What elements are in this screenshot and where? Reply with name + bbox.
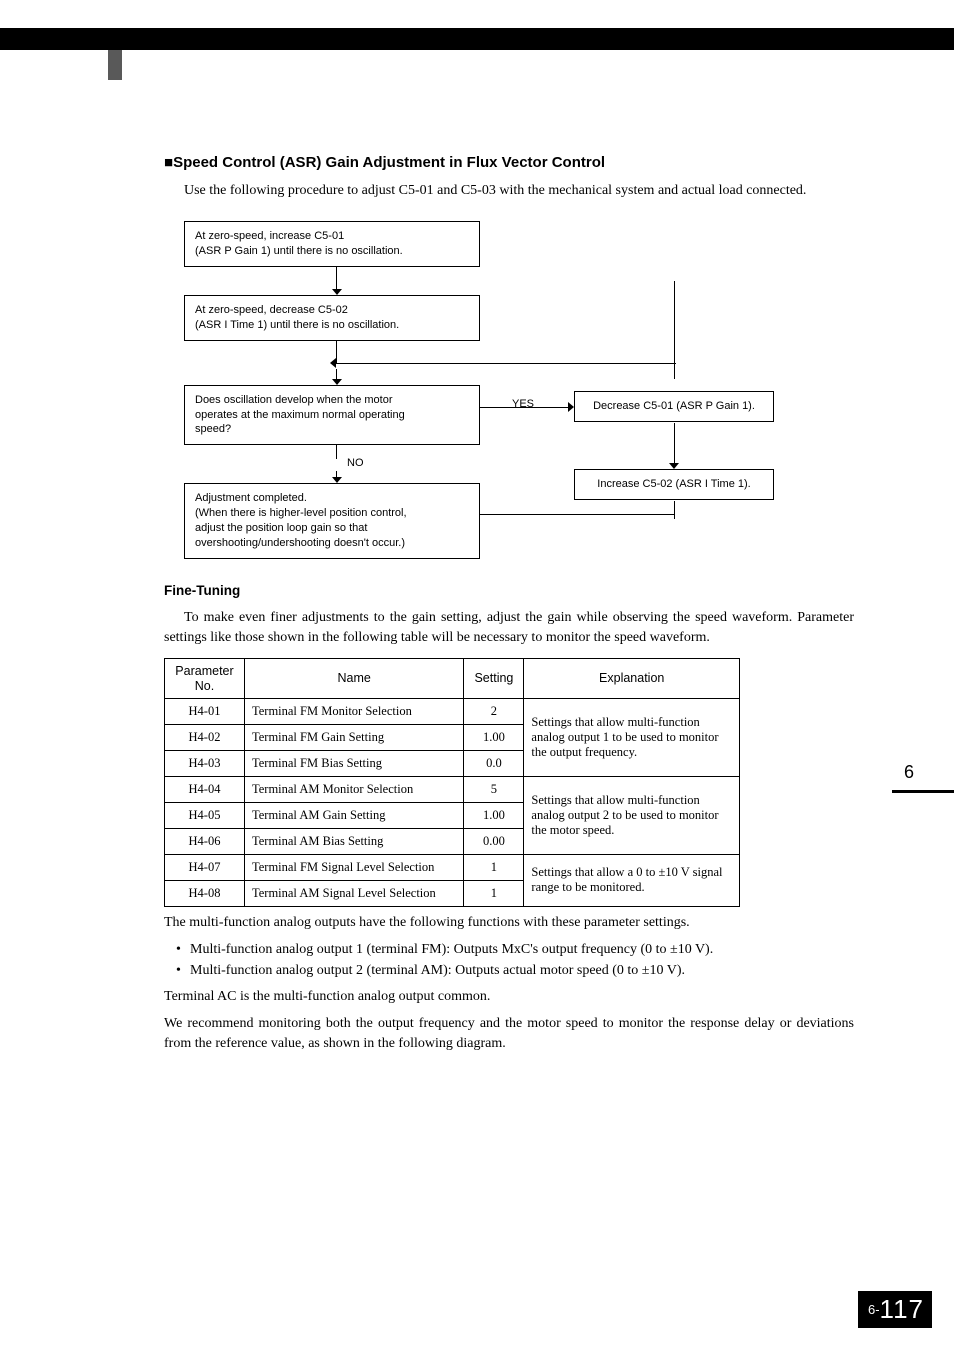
cell-pno: H4-07: [165, 854, 245, 880]
chapter-number: 6: [904, 762, 914, 783]
flow-box-question: Does oscillation develop when the motor …: [184, 385, 480, 446]
flow-text: Does oscillation develop when the motor: [195, 393, 469, 408]
cell-name: Terminal FM Monitor Selection: [244, 698, 463, 724]
flow-box-increase-c501: At zero-speed, increase C5-01 (ASR P Gai…: [184, 221, 480, 267]
flow-text: Decrease C5-01 (ASR P Gain 1).: [593, 400, 755, 412]
flow-text: At zero-speed, decrease C5-02: [195, 303, 469, 318]
cell-pno: H4-08: [165, 880, 245, 906]
th-param-no: ParameterNo.: [165, 659, 245, 699]
th-name: Name: [244, 659, 463, 699]
flow-box-decrease-c502: At zero-speed, decrease C5-02 (ASR I Tim…: [184, 295, 480, 341]
chapter-underline: [892, 790, 954, 793]
intro-paragraph: Use the following procedure to adjust C5…: [164, 181, 854, 201]
cell-setting: 1: [464, 854, 524, 880]
bullet-item: Multi-function analog output 1 (terminal…: [176, 939, 854, 960]
cell-name: Terminal FM Signal Level Selection: [244, 854, 463, 880]
cell-setting: 1: [464, 880, 524, 906]
fine-tuning-heading: Fine-Tuning: [164, 583, 854, 598]
th-setting: Setting: [464, 659, 524, 699]
cell-name: Terminal AM Monitor Selection: [244, 776, 463, 802]
cell-pno: H4-06: [165, 828, 245, 854]
flow-text: At zero-speed, increase C5-01: [195, 229, 469, 244]
flowchart: At zero-speed, increase C5-01 (ASR P Gai…: [184, 221, 744, 558]
flow-text: Adjustment completed.: [195, 491, 469, 506]
cell-pno: H4-04: [165, 776, 245, 802]
after-table-p1: The multi-function analog outputs have t…: [164, 913, 854, 933]
cell-setting: 5: [464, 776, 524, 802]
cell-pno: H4-03: [165, 750, 245, 776]
no-label: NO: [347, 457, 907, 469]
cell-explanation: Settings that allow multi-function analo…: [524, 698, 740, 776]
cell-name: Terminal AM Gain Setting: [244, 802, 463, 828]
cell-setting: 1.00: [464, 802, 524, 828]
flow-box-decrease-c501: Decrease C5-01 (ASR P Gain 1).: [574, 391, 774, 422]
page-prefix: 6-: [868, 1302, 880, 1317]
parameter-table: ParameterNo. Name Setting Explanation H4…: [164, 658, 740, 907]
header-accent: [108, 50, 122, 80]
after-table-p3: We recommend monitoring both the output …: [164, 1014, 854, 1055]
title-text: Speed Control (ASR) Gain Adjustment in F…: [173, 154, 605, 171]
table-row: H4-07 Terminal FM Signal Level Selection…: [165, 854, 740, 880]
flow-box-complete: Adjustment completed. (When there is hig…: [184, 483, 480, 558]
flow-text: overshooting/undershooting doesn't occur…: [195, 536, 469, 551]
table-row: H4-01 Terminal FM Monitor Selection 2 Se…: [165, 698, 740, 724]
cell-pno: H4-02: [165, 724, 245, 750]
cell-pno: H4-05: [165, 802, 245, 828]
cell-explanation: Settings that allow multi-function analo…: [524, 776, 740, 854]
after-table-p2: Terminal AC is the multi-function analog…: [164, 987, 854, 1007]
th-explanation: Explanation: [524, 659, 740, 699]
page-number: 6-117: [858, 1291, 932, 1328]
cell-name: Terminal AM Signal Level Selection: [244, 880, 463, 906]
cell-pno: H4-01: [165, 698, 245, 724]
flow-text: (ASR I Time 1) until there is no oscilla…: [195, 318, 469, 333]
yes-label: YES: [512, 398, 534, 410]
title-bullet: ■: [164, 154, 173, 171]
fine-tuning-paragraph: To make even finer adjustments to the ga…: [164, 608, 854, 649]
cell-setting: 1.00: [464, 724, 524, 750]
flow-text: speed?: [195, 422, 469, 437]
flow-text: adjust the position loop gain so that: [195, 521, 469, 536]
page-num: 117: [880, 1294, 924, 1324]
cell-name: Terminal FM Gain Setting: [244, 724, 463, 750]
flow-text: (ASR P Gain 1) until there is no oscilla…: [195, 244, 469, 259]
flow-text: (When there is higher-level position con…: [195, 506, 469, 521]
cell-setting: 0.0: [464, 750, 524, 776]
cell-name: Terminal FM Bias Setting: [244, 750, 463, 776]
cell-name: Terminal AM Bias Setting: [244, 828, 463, 854]
header-label: Individual Functions: [792, 14, 898, 28]
flow-text: operates at the maximum normal operating: [195, 408, 469, 423]
cell-explanation: Settings that allow a 0 to ±10 V signal …: [524, 854, 740, 906]
section-title: ■Speed Control (ASR) Gain Adjustment in …: [164, 154, 854, 171]
table-row: H4-04 Terminal AM Monitor Selection 5 Se…: [165, 776, 740, 802]
cell-setting: 2: [464, 698, 524, 724]
cell-setting: 0.00: [464, 828, 524, 854]
bullet-item: Multi-function analog output 2 (terminal…: [176, 960, 854, 981]
